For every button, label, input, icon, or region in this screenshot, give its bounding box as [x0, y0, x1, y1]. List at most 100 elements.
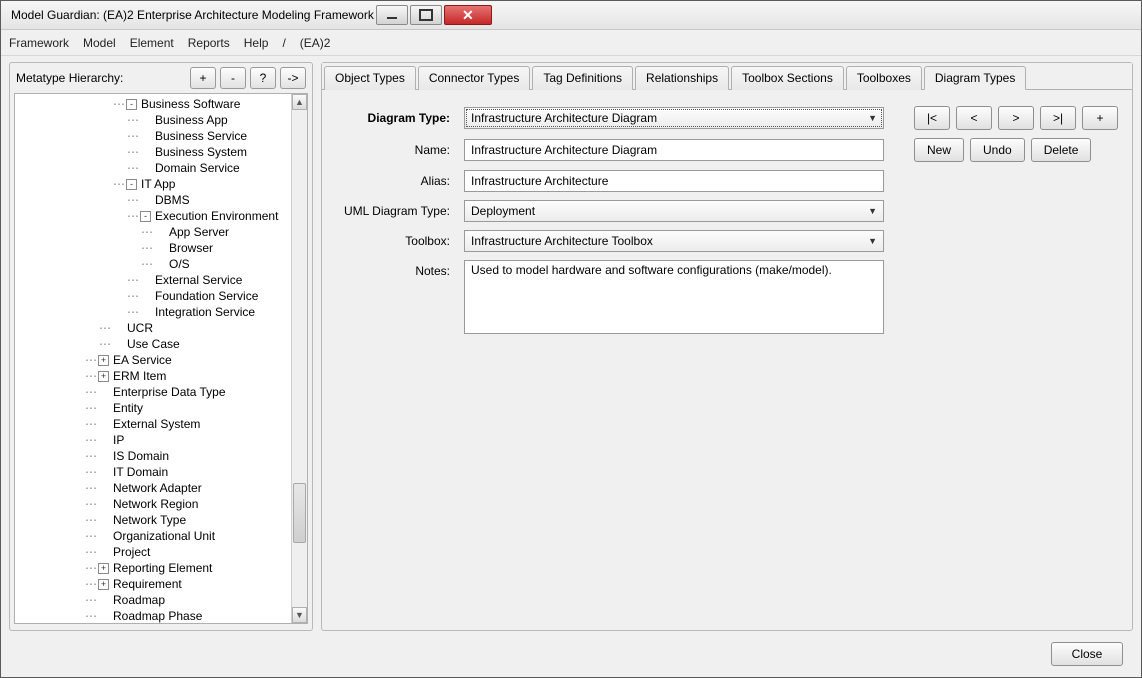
notes-field[interactable] — [464, 260, 884, 334]
maximize-button[interactable] — [410, 5, 442, 25]
tree-item[interactable]: ⋯App Server — [15, 224, 291, 240]
tree-connector-icon: ⋯ — [85, 400, 98, 416]
menu-reports[interactable]: Reports — [188, 36, 230, 50]
tree-item[interactable]: ⋯Business App — [15, 112, 291, 128]
tree-item[interactable]: ⋯External System — [15, 416, 291, 432]
close-button[interactable]: Close — [1051, 642, 1123, 666]
tree-item-label: IS Domain — [113, 448, 169, 464]
label-alias: Alias: — [336, 174, 458, 188]
scroll-down-icon[interactable]: ▼ — [292, 607, 307, 623]
tab-tag-definitions[interactable]: Tag Definitions — [532, 66, 633, 90]
collapse-icon[interactable]: - — [126, 179, 137, 190]
tree-item[interactable]: ⋯Roadmap — [15, 592, 291, 608]
tree-item-label: Foundation Service — [155, 288, 258, 304]
label-notes: Notes: — [336, 260, 458, 278]
tree-connector-icon: ⋯ — [85, 384, 98, 400]
alias-field[interactable] — [464, 170, 884, 192]
undo-button[interactable]: Undo — [970, 138, 1025, 162]
menu-framework[interactable]: Framework — [9, 36, 69, 50]
menu-ea2[interactable]: (EA)2 — [300, 36, 331, 50]
name-field[interactable] — [464, 139, 884, 161]
scroll-thumb[interactable] — [293, 483, 306, 543]
tree-item[interactable]: ⋯ Enterprise Data Type — [15, 384, 291, 400]
menu-element[interactable]: Element — [130, 36, 174, 50]
tree-item[interactable]: ⋯+Requirement — [15, 576, 291, 592]
tab-object-types[interactable]: Object Types — [324, 66, 416, 90]
tree-go-button[interactable]: -> — [280, 67, 306, 89]
expand-icon[interactable]: + — [98, 579, 109, 590]
tree-add-button[interactable]: + — [190, 67, 216, 89]
expand-icon[interactable]: + — [98, 371, 109, 382]
delete-button[interactable]: Delete — [1031, 138, 1092, 162]
tree-item[interactable]: ⋯Roadmap Phase — [15, 608, 291, 623]
tree-item[interactable]: ⋯Organizational Unit — [15, 528, 291, 544]
metatype-tree[interactable]: ⋯-Business Software⋯Business App⋯Busines… — [15, 94, 291, 623]
tree-item[interactable]: ⋯Network Adapter — [15, 480, 291, 496]
tree-connector-icon: ⋯ — [127, 272, 140, 288]
tree-item[interactable]: ⋯Use Case — [15, 336, 291, 352]
tree-item[interactable]: ⋯+EA Service — [15, 352, 291, 368]
new-button[interactable]: New — [914, 138, 964, 162]
scroll-track[interactable] — [292, 110, 307, 607]
tree-connector-icon: ⋯ — [85, 576, 98, 592]
tree-connector-icon: ⋯ — [113, 176, 126, 192]
collapse-icon[interactable]: - — [140, 211, 151, 222]
menu-help[interactable]: Help — [244, 36, 269, 50]
tree-item-label: EA Service — [113, 352, 172, 368]
toolbox-combo[interactable]: Infrastructure Architecture Toolbox ▼ — [464, 230, 884, 252]
tree-item[interactable]: ⋯Domain Service — [15, 160, 291, 176]
minimize-button[interactable] — [376, 5, 408, 25]
tree-item[interactable]: ⋯Entity — [15, 400, 291, 416]
tree-item-label: Reporting Element — [113, 560, 212, 576]
tree-item[interactable]: ⋯Foundation Service — [15, 288, 291, 304]
tree-item[interactable]: ⋯-Business Software — [15, 96, 291, 112]
tree-scrollbar[interactable]: ▲ ▼ — [291, 94, 307, 623]
tree-item-label: Enterprise Data Type — [113, 384, 226, 400]
tree-item[interactable]: ⋯-Execution Environment — [15, 208, 291, 224]
tab-toolboxes[interactable]: Toolboxes — [846, 66, 922, 90]
tree-item[interactable]: ⋯UCR — [15, 320, 291, 336]
nav-prev-button[interactable]: < — [956, 106, 992, 130]
tab-relationships[interactable]: Relationships — [635, 66, 729, 90]
body: Metatype Hierarchy: + - ? -> ⋯-Business … — [1, 56, 1141, 631]
tree-item[interactable]: ⋯IT Domain — [15, 464, 291, 480]
expand-icon[interactable]: + — [98, 563, 109, 574]
nav-last-button[interactable]: >| — [1040, 106, 1076, 130]
tree-item[interactable]: ⋯Project — [15, 544, 291, 560]
nav-add-button[interactable]: + — [1082, 106, 1118, 130]
tree-item[interactable]: ⋯Network Region — [15, 496, 291, 512]
tree-item[interactable]: ⋯Network Type — [15, 512, 291, 528]
nav-first-button[interactable]: |< — [914, 106, 950, 130]
tree-connector-icon: ⋯ — [141, 256, 154, 272]
expand-icon[interactable]: + — [98, 355, 109, 366]
close-window-button[interactable]: ✕ — [444, 5, 492, 25]
tree-connector-icon: ⋯ — [85, 560, 98, 576]
tab-toolbox-sections[interactable]: Toolbox Sections — [731, 66, 844, 90]
tree-item[interactable]: ⋯+ERM Item — [15, 368, 291, 384]
tree-item[interactable]: ⋯Business Service — [15, 128, 291, 144]
tree-item-label: Roadmap — [113, 592, 165, 608]
tree-item[interactable]: ⋯+ Reporting Element — [15, 560, 291, 576]
tab-connector-types[interactable]: Connector Types — [418, 66, 531, 90]
tree-help-button[interactable]: ? — [250, 67, 276, 89]
tree-item[interactable]: ⋯External Service — [15, 272, 291, 288]
tab-diagram-types[interactable]: Diagram Types — [924, 66, 1026, 90]
tree-item[interactable]: ⋯-IT App — [15, 176, 291, 192]
tree-item-label: IT App — [141, 176, 175, 192]
tree-item[interactable]: ⋯Browser — [15, 240, 291, 256]
tree-item[interactable]: ⋯IP — [15, 432, 291, 448]
collapse-icon[interactable]: - — [126, 99, 137, 110]
tree-item[interactable]: ⋯Integration Service — [15, 304, 291, 320]
tree-item[interactable]: ⋯Business System — [15, 144, 291, 160]
tree-item[interactable]: ⋯IS Domain — [15, 448, 291, 464]
scroll-up-icon[interactable]: ▲ — [292, 94, 307, 110]
tree-item[interactable]: ⋯O/S — [15, 256, 291, 272]
tree-item[interactable]: ⋯DBMS — [15, 192, 291, 208]
hierarchy-label: Metatype Hierarchy: — [16, 71, 186, 85]
tree-remove-button[interactable]: - — [220, 67, 246, 89]
diagram-type-combo[interactable]: Infrastructure Architecture Diagram ▼ — [464, 107, 884, 129]
chevron-down-icon: ▼ — [868, 206, 877, 216]
uml-type-combo[interactable]: Deployment ▼ — [464, 200, 884, 222]
nav-next-button[interactable]: > — [998, 106, 1034, 130]
menu-model[interactable]: Model — [83, 36, 116, 50]
